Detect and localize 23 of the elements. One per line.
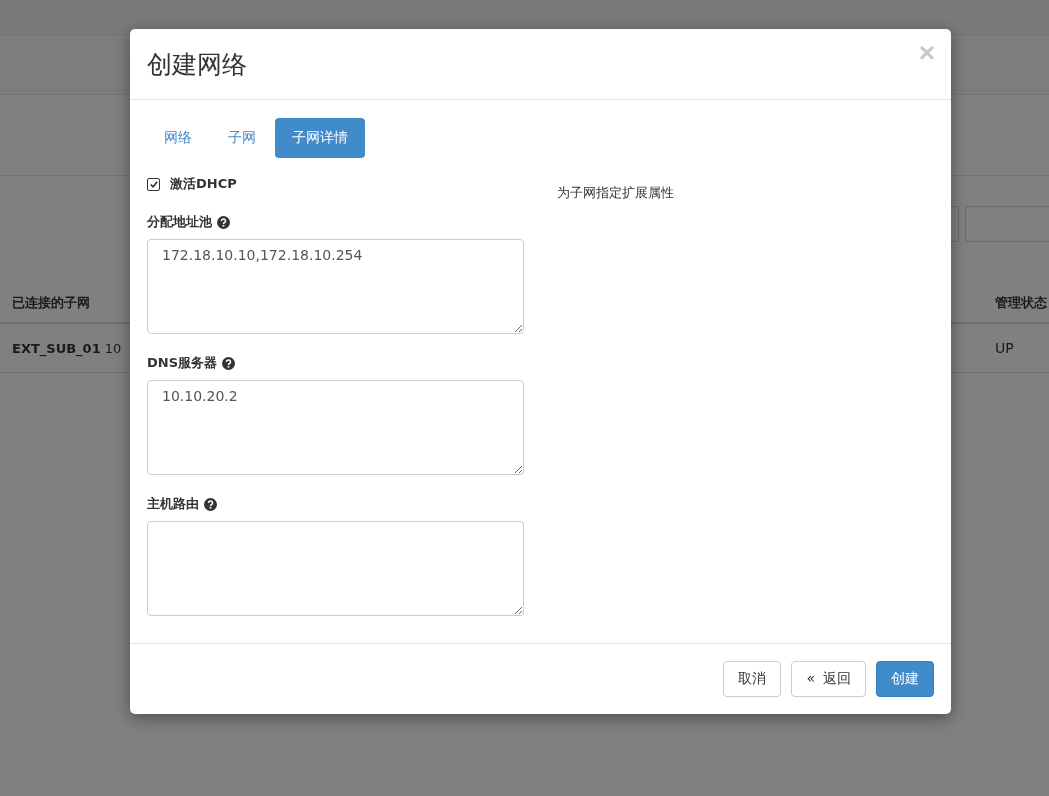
table-cell: EXT_SUB_01	[12, 341, 101, 356]
back-button[interactable]: « 返回	[791, 661, 866, 697]
create-button[interactable]: 创建	[876, 661, 934, 697]
column-header: 管理状态	[995, 294, 1048, 312]
field-label: DNS服务器	[147, 354, 218, 372]
table-cell-text: UP	[995, 340, 1015, 356]
tab[interactable]: 子网	[211, 118, 273, 158]
text-area[interactable]: 10.10.20.2	[147, 380, 524, 475]
table-cell: 10	[104, 341, 122, 356]
help-text: 为子网指定扩展属性	[557, 184, 674, 202]
tab[interactable]: 子网详情	[275, 118, 365, 158]
tab[interactable]: 网络	[147, 118, 209, 158]
column-header: 已连接的子网	[12, 294, 90, 312]
help-icon[interactable]	[222, 356, 236, 370]
cancel-button[interactable]: 取消	[723, 661, 782, 697]
field-label: 主机路由	[147, 495, 199, 513]
field-label: 分配地址池	[147, 213, 212, 231]
help-icon[interactable]	[217, 215, 230, 229]
checkbox-label: 激活DHCP	[170, 175, 237, 193]
text-area[interactable]: 172.18.10.10,172.18.10.254	[147, 239, 524, 334]
checkbox[interactable]	[147, 177, 160, 191]
help-icon[interactable]	[204, 497, 217, 511]
dialog-title: 创建网络	[147, 48, 247, 81]
